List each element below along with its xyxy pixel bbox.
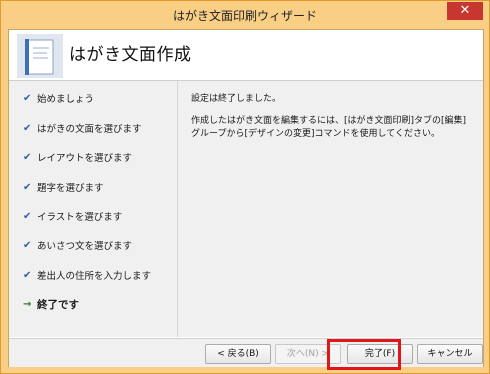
step-label: レイアウトを選びます xyxy=(37,153,133,164)
step-item-greeting: ✔ あいさつ文を選びます xyxy=(23,236,132,254)
step-list: ✔ 始めましょう ✔ はがきの文面を選びます ✔ レイアウトを選びます ✔ 題字… xyxy=(9,81,178,337)
step-item-title: ✔ 題字を選びます xyxy=(23,178,104,196)
postcard-icon xyxy=(17,34,63,78)
step-label: 終了です xyxy=(37,298,79,311)
finish-highlight-box xyxy=(327,339,401,370)
step-item-start: ✔ 始めましょう xyxy=(23,89,94,107)
step-label: はがきの文面を選びます xyxy=(37,124,142,135)
checkmark-icon: ✔ xyxy=(23,239,32,251)
step-item-layout: ✔ レイアウトを選びます xyxy=(23,148,132,166)
step-label: 始めましょう xyxy=(37,94,95,105)
window-title: はがき文面印刷ウィザード xyxy=(172,9,317,23)
close-button[interactable]: ✕ xyxy=(447,2,483,20)
checkmark-icon: ✔ xyxy=(23,92,32,104)
step-label: あいさつ文を選びます xyxy=(37,241,133,252)
edit-instructions: 作成したはがき文面を編集するには、[はがき文面印刷]タブの[編集]グループから[… xyxy=(191,116,467,139)
completion-message: 設定は終了しました。 xyxy=(191,94,282,104)
cancel-button[interactable]: キャンセル xyxy=(417,344,483,364)
page-title: はがき文面作成 xyxy=(69,45,192,65)
button-bar: < 戻る(B) 次へ(N) > 完了(F) キャンセル xyxy=(9,338,483,367)
step-label: 題字を選びます xyxy=(37,183,104,194)
checkmark-icon: ✔ xyxy=(23,151,32,163)
step-item-illustration: ✔ イラストを選びます xyxy=(23,207,122,225)
step-item-finish: → 終了です xyxy=(23,295,79,313)
checkmark-icon: ✔ xyxy=(23,210,32,222)
back-button[interactable]: < 戻る(B) xyxy=(205,344,271,364)
checkmark-icon: ✔ xyxy=(23,181,32,193)
wizard-body: ✔ 始めましょう ✔ はがきの文面を選びます ✔ レイアウトを選びます ✔ 題字… xyxy=(9,81,483,337)
wizard-client: はがき文面作成 ✔ 始めましょう ✔ はがきの文面を選びます ✔ レイアウトを選… xyxy=(8,29,484,367)
checkmark-icon: ✔ xyxy=(23,269,32,281)
step-label: イラストを選びます xyxy=(37,212,123,223)
step-item-sender-address: ✔ 差出人の住所を入力します xyxy=(23,266,151,284)
content-panel: 設定は終了しました。 作成したはがき文面を編集するには、[はがき文面印刷]タブの… xyxy=(191,93,475,150)
step-label: 差出人の住所を入力します xyxy=(37,271,152,282)
wizard-header: はがき文面作成 xyxy=(9,30,483,81)
title-bar[interactable]: はがき文面印刷ウィザード ✕ xyxy=(1,1,489,29)
step-item-choose-card: ✔ はがきの文面を選びます xyxy=(23,119,142,137)
arrow-right-icon: → xyxy=(23,298,32,310)
wizard-window: はがき文面印刷ウィザード ✕ はがき文面作成 ✔ 始めましょう ✔ はがきの文面… xyxy=(0,0,490,374)
checkmark-icon: ✔ xyxy=(23,122,32,134)
